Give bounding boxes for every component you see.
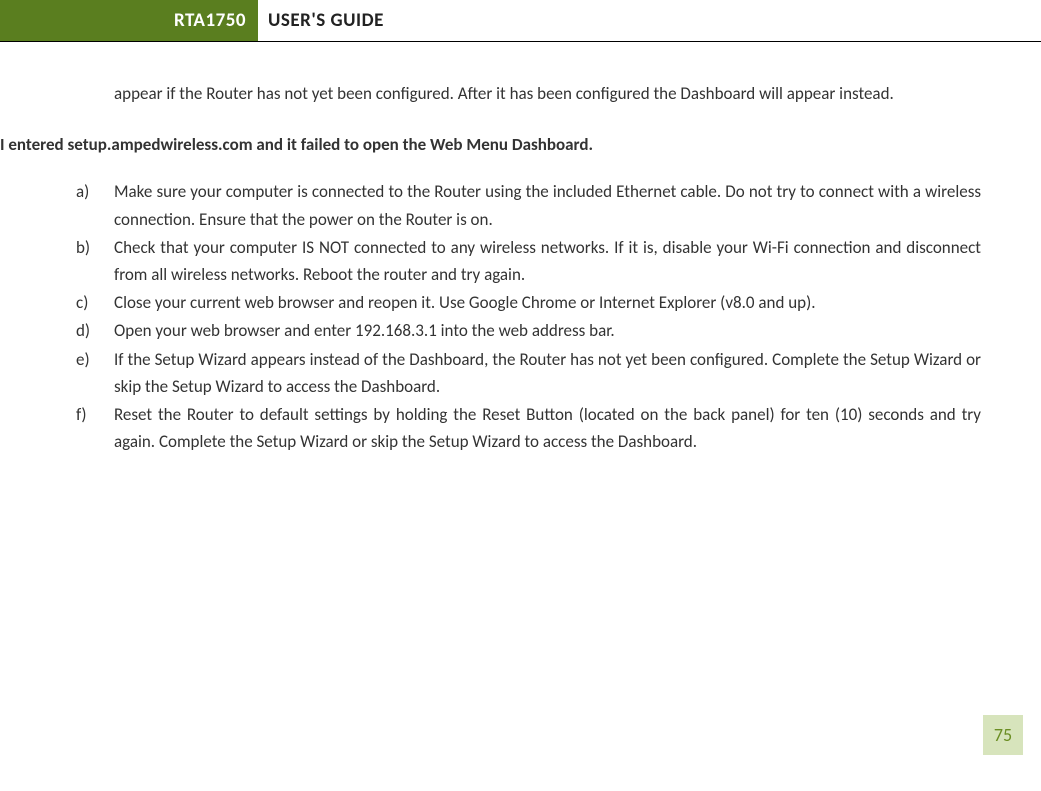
page-number-box: 75 bbox=[983, 715, 1023, 755]
list-text: Close your current web browser and reope… bbox=[114, 289, 981, 316]
list-text: If the Setup Wizard appears instead of t… bbox=[114, 346, 981, 400]
list-text: Check that your computer IS NOT connecte… bbox=[114, 234, 981, 288]
product-name: RTA1750 bbox=[168, 0, 258, 41]
list-marker: d) bbox=[76, 317, 114, 344]
list-marker: b) bbox=[76, 234, 114, 288]
list-marker: f) bbox=[76, 401, 114, 455]
page-number: 75 bbox=[994, 724, 1012, 746]
intro-paragraph: appear if the Router has not yet been co… bbox=[114, 80, 981, 107]
troubleshoot-list: a) Make sure your computer is connected … bbox=[76, 178, 981, 455]
list-text: Reset the Router to default settings by … bbox=[114, 401, 981, 455]
list-item: d) Open your web browser and enter 192.1… bbox=[76, 317, 981, 344]
list-marker: a) bbox=[76, 178, 114, 232]
document-title: USER'S GUIDE bbox=[258, 0, 384, 41]
header-color-bar bbox=[0, 0, 168, 41]
list-marker: e) bbox=[76, 346, 114, 400]
section-heading: I entered setup.ampedwireless.com and it… bbox=[0, 131, 981, 158]
list-item: f) Reset the Router to default settings … bbox=[76, 401, 981, 455]
list-item: b) Check that your computer IS NOT conne… bbox=[76, 234, 981, 288]
list-item: c) Close your current web browser and re… bbox=[76, 289, 981, 316]
list-text: Open your web browser and enter 192.168.… bbox=[114, 317, 981, 344]
list-text: Make sure your computer is connected to … bbox=[114, 178, 981, 232]
page-header: RTA1750 USER'S GUIDE bbox=[0, 0, 1041, 42]
list-item: a) Make sure your computer is connected … bbox=[76, 178, 981, 232]
list-marker: c) bbox=[76, 289, 114, 316]
page-content: appear if the Router has not yet been co… bbox=[0, 42, 1041, 455]
list-item: e) If the Setup Wizard appears instead o… bbox=[76, 346, 981, 400]
